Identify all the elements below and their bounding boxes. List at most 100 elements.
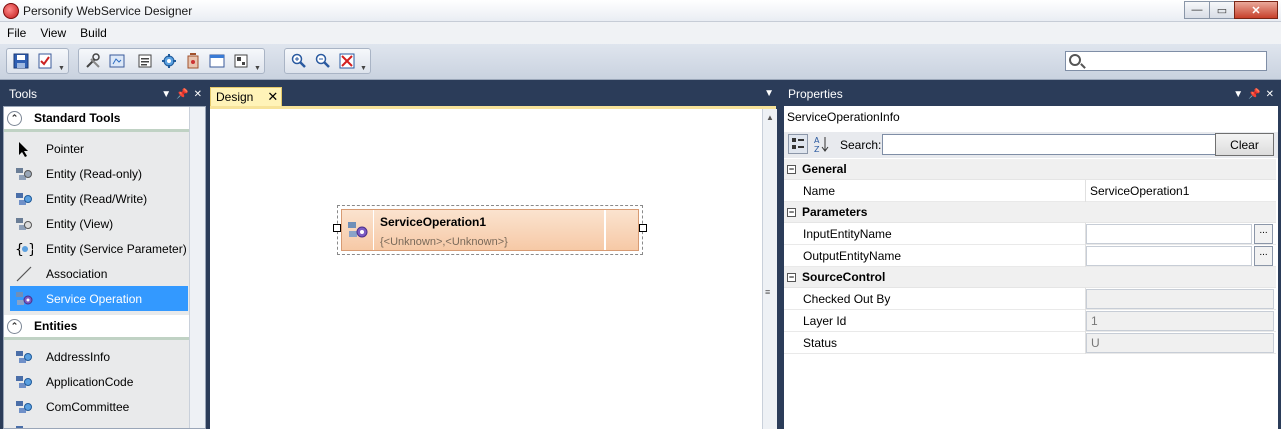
tool-item-label: Entity (Read-only) (46, 166, 143, 181)
tool-item[interactable]: Service Operation (10, 286, 188, 311)
tools-scrollbar[interactable] (189, 107, 205, 428)
property-name: InputEntityName (784, 222, 1086, 245)
property-category[interactable]: − Parameters (784, 202, 1276, 223)
entity-readonly-icon (14, 166, 34, 182)
tools-icon[interactable] (82, 50, 104, 72)
property-name: Status (784, 331, 1086, 354)
toolbar: ▼ ▼ ▼ (0, 44, 1281, 80)
property-name: Name (784, 179, 1086, 202)
tab-design[interactable]: Design ✕ (210, 87, 282, 106)
property-grid: − General Name ServiceOperation1− Parameters… (784, 159, 1276, 354)
close-button[interactable]: ✕ (1234, 1, 1278, 19)
property-category[interactable]: − General (784, 159, 1276, 180)
scroll-grip-icon[interactable]: ≡ (765, 287, 770, 297)
toolbar-overflow-icon[interactable]: ▼ (254, 50, 261, 72)
tab-design-label: Design (216, 90, 254, 104)
tool-item[interactable] (4, 419, 190, 428)
entity-readwrite-icon (14, 191, 34, 207)
scroll-up-icon[interactable]: ▲ (766, 113, 774, 122)
clear-button[interactable]: Clear (1215, 133, 1274, 156)
property-name: Layer Id (784, 309, 1086, 332)
zoom-out-icon[interactable] (312, 50, 334, 72)
panel-menu-icon[interactable]: ▼ (161, 85, 171, 104)
properties-icon[interactable] (134, 50, 156, 72)
tool-item[interactable]: ApplicationCode (4, 369, 190, 394)
tool-item[interactable]: Entity (View) (4, 211, 190, 236)
tool-item[interactable]: Entity (Read-only) (4, 161, 190, 186)
tool-category-header[interactable]: ⌃ Entities (4, 315, 190, 337)
pin-icon[interactable]: 📌 (1248, 85, 1260, 104)
categorized-view-icon[interactable] (788, 134, 808, 154)
collapse-icon[interactable]: ⌃ (7, 318, 22, 334)
maximize-button[interactable]: ▭ (1209, 1, 1235, 19)
delete-icon[interactable] (182, 50, 204, 72)
pointer-icon (14, 141, 34, 157)
service-operation-title: ServiceOperation1 (380, 215, 487, 229)
toolbar-group-file: ▼ (6, 48, 69, 74)
toolbar-search-input[interactable] (1065, 51, 1267, 71)
minimize-button[interactable]: — (1184, 1, 1210, 19)
property-row: OutputEntityName... (784, 244, 1276, 267)
property-value[interactable]: ... (1086, 245, 1273, 266)
menu-file[interactable]: File (0, 22, 33, 44)
property-category-label: General (802, 162, 847, 176)
toolbar-overflow-icon[interactable]: ▼ (360, 50, 367, 72)
design-scrollbar[interactable]: ▲ ≡ (762, 109, 777, 429)
svg-text:Z: Z (814, 145, 820, 153)
property-value[interactable]: ServiceOperation1 (1086, 180, 1276, 202)
menu-build[interactable]: Build (73, 22, 114, 44)
panel-menu-icon[interactable]: ▼ (1233, 85, 1243, 104)
validate-icon[interactable] (34, 50, 56, 72)
tool-item[interactable]: Pointer (4, 136, 190, 161)
tool-item[interactable]: ComCommittee (4, 394, 190, 419)
tool-category-header[interactable]: ⌃ Standard Tools (4, 107, 190, 129)
tools-panel-title: Tools (9, 87, 38, 101)
ellipsis-button[interactable]: ... (1254, 245, 1273, 266)
tab-menu-icon[interactable]: ▼ (764, 88, 774, 99)
collapse-icon[interactable]: − (787, 164, 796, 174)
collapse-icon[interactable]: − (787, 272, 796, 282)
design-canvas[interactable] (210, 106, 776, 429)
properties-panel-title: Properties (788, 87, 843, 101)
property-row: Status U (784, 331, 1276, 354)
property-category-label: SourceControl (802, 270, 886, 284)
layout-icon[interactable] (230, 50, 252, 72)
property-value[interactable]: ... (1086, 223, 1273, 244)
collapse-icon[interactable]: ⌃ (7, 110, 22, 126)
save-icon[interactable] (10, 50, 32, 72)
collapse-icon[interactable]: − (787, 207, 796, 217)
property-row: InputEntityName... (784, 222, 1276, 245)
property-category[interactable]: − SourceControl (784, 267, 1276, 288)
entity-icon (14, 374, 34, 390)
search-icon (1069, 54, 1081, 66)
svg-text:A: A (814, 136, 820, 145)
selected-object-name: ServiceOperationInfo (787, 110, 900, 124)
tool-item[interactable]: Association (4, 261, 190, 286)
service-operation-node[interactable]: ServiceOperation1 {<Unknown>,<Unknown>} (333, 205, 647, 255)
menu-view[interactable]: View (33, 22, 73, 44)
toolbar-group-zoom: ▼ (284, 48, 371, 74)
alphabetical-sort-icon[interactable]: AZ (811, 134, 831, 154)
properties-search-input[interactable] (882, 134, 1216, 155)
close-icon[interactable]: ✕ (194, 85, 202, 104)
resize-handle-left[interactable] (333, 224, 341, 232)
service-operation-icon (14, 291, 34, 307)
close-tab-icon[interactable]: ✕ (267, 89, 278, 105)
property-name: Checked Out By (784, 287, 1086, 310)
tool-item[interactable]: {} Entity (Service Parameter) (4, 236, 190, 261)
resize-handle-right[interactable] (639, 224, 647, 232)
pin-icon[interactable]: 📌 (176, 85, 188, 104)
tool-item-label: Entity (View) (46, 216, 114, 231)
toolbar-overflow-icon[interactable]: ▼ (58, 50, 65, 72)
close-icon[interactable]: ✕ (1266, 85, 1274, 104)
tool-item[interactable]: AddressInfo (4, 344, 190, 369)
properties-toolbar: AZ Search: Clear (784, 132, 1278, 158)
toolbar-group-tools: ▼ (78, 48, 265, 74)
zoom-reset-icon[interactable] (336, 50, 358, 72)
entity-icon[interactable] (158, 50, 180, 72)
ellipsis-button[interactable]: ... (1254, 223, 1273, 244)
tool-item[interactable]: Entity (Read/Write) (4, 186, 190, 211)
preview-icon[interactable] (106, 50, 128, 72)
zoom-in-icon[interactable] (288, 50, 310, 72)
window-icon[interactable] (206, 50, 228, 72)
